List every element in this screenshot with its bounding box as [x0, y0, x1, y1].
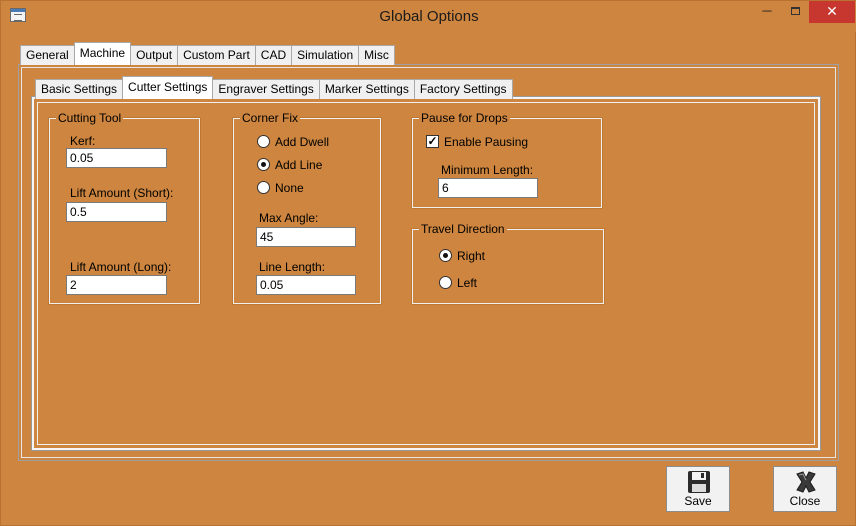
enable-pausing-checkbox[interactable]: ✓ [426, 135, 439, 148]
maximize-icon [790, 7, 800, 15]
tab-output[interactable]: Output [130, 45, 179, 65]
left-radio[interactable] [439, 276, 452, 289]
close-button-label: Close [789, 494, 821, 508]
none-radio[interactable] [257, 181, 270, 194]
corner-fix-title: Corner Fix [240, 111, 301, 125]
max-angle-label: Max Angle: [259, 211, 319, 225]
minimize-button[interactable]: ─ [753, 1, 781, 23]
save-button[interactable]: Save [666, 466, 730, 512]
tab-misc[interactable]: Misc [358, 45, 395, 65]
add-line-label: Add Line [275, 158, 323, 172]
add-dwell-radio[interactable] [257, 135, 270, 148]
save-disk-icon [688, 471, 710, 493]
lift-short-input[interactable] [66, 202, 167, 222]
tab-cutter-settings[interactable]: Cutter Settings [122, 76, 214, 99]
save-button-label: Save [684, 494, 712, 508]
outer-tab-strip: General Machine Output Custom Part CAD S… [20, 42, 395, 65]
add-line-radio[interactable] [257, 158, 270, 171]
pause-for-drops-title: Pause for Drops [419, 111, 510, 125]
inner-tab-strip: Basic Settings Cutter Settings Engraver … [35, 76, 513, 99]
right-radio[interactable] [439, 249, 452, 262]
tab-basic-settings[interactable]: Basic Settings [35, 79, 124, 99]
kerf-label: Kerf: [70, 134, 96, 148]
none-label: None [275, 181, 304, 195]
global-options-window: Global Options ─ ✕ General Machine Outpu… [0, 0, 856, 526]
tab-factory-settings[interactable]: Factory Settings [413, 79, 513, 99]
minimum-length-input[interactable] [438, 178, 538, 198]
right-label: Right [457, 249, 486, 263]
tab-general[interactable]: General [20, 45, 75, 65]
close-button[interactable]: Close [773, 466, 837, 512]
line-length-label: Line Length: [259, 260, 326, 274]
travel-direction-title: Travel Direction [419, 222, 507, 236]
lift-long-label: Lift Amount (Long): [70, 260, 172, 274]
lift-short-label: Lift Amount (Short): [70, 186, 174, 200]
lift-long-input[interactable] [66, 275, 167, 295]
close-window-button[interactable]: ✕ [809, 1, 855, 23]
kerf-input[interactable] [66, 148, 167, 168]
minimum-length-label: Minimum Length: [441, 163, 534, 177]
window-title: Global Options [379, 8, 479, 25]
tab-simulation[interactable]: Simulation [291, 45, 360, 65]
max-angle-input[interactable] [256, 227, 356, 247]
left-label: Left [457, 276, 478, 290]
close-x-icon [796, 471, 816, 493]
tab-machine[interactable]: Machine [73, 42, 132, 65]
maximize-button[interactable] [781, 1, 809, 23]
tab-marker-settings[interactable]: Marker Settings [318, 79, 415, 99]
tab-engraver-settings[interactable]: Engraver Settings [212, 79, 320, 99]
cutting-tool-title: Cutting Tool [56, 111, 124, 125]
travel-direction-group: Travel Direction [412, 222, 604, 304]
title-bar: Global Options ─ ✕ [1, 1, 856, 32]
tab-cad[interactable]: CAD [254, 45, 293, 65]
enable-pausing-label: Enable Pausing [444, 135, 529, 149]
add-dwell-label: Add Dwell [275, 135, 330, 149]
line-length-input[interactable] [256, 275, 356, 295]
tab-custom-part[interactable]: Custom Part [177, 45, 256, 65]
